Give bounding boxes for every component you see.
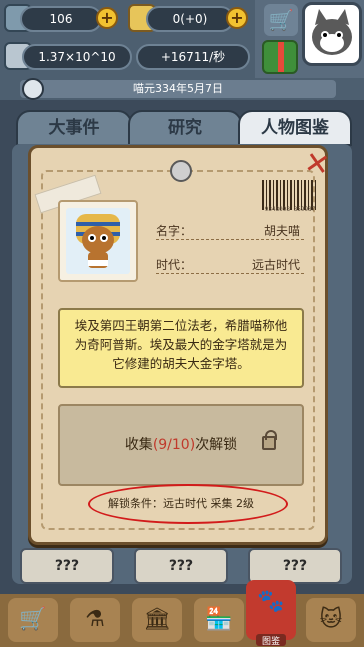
- barcode-number: 9348098 859987: [264, 206, 316, 213]
- scrolls-value: 0(+0): [172, 12, 208, 26]
- portrait-frame: [66, 208, 130, 274]
- avatar[interactable]: [302, 2, 362, 66]
- pin-icon: [170, 160, 192, 182]
- close-icon[interactable]: ✕: [297, 145, 336, 184]
- name-value: 胡夫喵: [263, 224, 300, 238]
- fish-value: 1.37×10^10: [38, 50, 116, 64]
- nav-science-icon[interactable]: ⚗: [70, 598, 120, 642]
- nav-cart-icon[interactable]: 🛒: [8, 598, 58, 642]
- lock-icon: [262, 430, 277, 450]
- add-scrolls-button[interactable]: +: [226, 7, 248, 29]
- nav-cats-icon[interactable]: 🐱: [306, 598, 356, 642]
- locked-slot-label: ???: [168, 558, 194, 574]
- tab-events[interactable]: 大事件: [16, 110, 132, 146]
- name-label: 名字：: [156, 224, 193, 238]
- pharaoh-cat-icon: [76, 214, 120, 268]
- gift-icon[interactable]: [262, 40, 298, 74]
- highlight-circle: [88, 484, 288, 524]
- nav-shop-icon[interactable]: 🏪: [194, 598, 244, 642]
- era-field: 时代： 远古时代: [156, 256, 304, 274]
- tab-research[interactable]: 研究: [128, 110, 242, 146]
- income-rate-value: +16711/秒: [160, 50, 226, 64]
- locked-slot-label: ???: [54, 558, 80, 574]
- add-gems-button[interactable]: +: [96, 7, 118, 29]
- scrolls-counter: 0(+0): [146, 6, 234, 32]
- shop-cart-icon[interactable]: 🛒: [264, 4, 298, 36]
- tab-character-gallery-label: 人物图鉴: [261, 118, 329, 138]
- name-field: 名字： 胡夫喵: [156, 222, 304, 240]
- era-label: 时代：: [156, 258, 193, 272]
- nav-gallery-label: 图鉴: [256, 634, 286, 647]
- unlock-prefix: 收集: [124, 437, 153, 453]
- clock-icon: [22, 78, 44, 100]
- tab-character-gallery[interactable]: 人物图鉴: [238, 110, 352, 146]
- unlock-count: (9/10): [152, 437, 196, 453]
- locked-slot-label: ???: [282, 558, 308, 574]
- gems-counter: 106: [20, 6, 102, 32]
- cat-avatar-icon: [312, 9, 352, 55]
- income-rate: +16711/秒: [136, 44, 250, 70]
- character-description: 埃及第四王朝第二位法老，希腊喵称他为奇阿普斯。埃及最大的金字塔就是为它修建的胡夫…: [58, 308, 304, 388]
- character-portrait: [58, 200, 138, 282]
- unlock-suffix: 次解锁: [195, 437, 238, 453]
- era-value: 远古时代: [251, 258, 300, 272]
- tab-events-label: 大事件: [48, 118, 100, 138]
- gems-value: 106: [49, 12, 73, 26]
- nav-temple-icon[interactable]: 🏛: [132, 598, 182, 642]
- nav-gallery-button[interactable]: 🐾: [246, 580, 296, 640]
- locked-slot[interactable]: ???: [20, 548, 114, 584]
- date-bar: 喵元334年5月7日: [20, 80, 336, 98]
- fish-counter: 1.37×10^10: [22, 44, 132, 70]
- tab-research-label: 研究: [168, 118, 202, 138]
- locked-slot[interactable]: ???: [134, 548, 228, 584]
- date-text: 喵元334年5月7日: [133, 82, 223, 95]
- locked-slot[interactable]: ???: [248, 548, 342, 584]
